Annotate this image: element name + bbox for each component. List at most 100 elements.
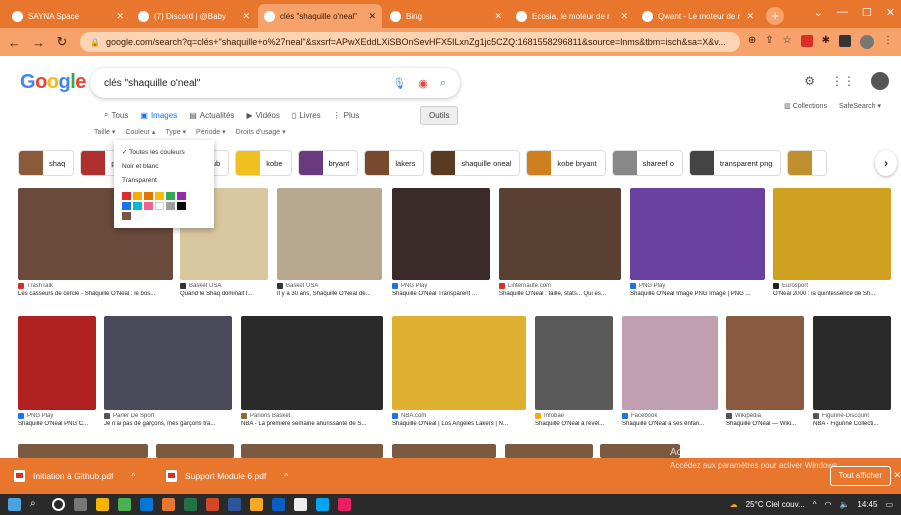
result-image[interactable] xyxy=(241,444,383,458)
result-image[interactable] xyxy=(392,444,496,458)
image-result[interactable] xyxy=(505,444,593,458)
color-swatch[interactable] xyxy=(155,202,164,210)
browser-tab[interactable]: (7) Discord | @Baby ✕ xyxy=(132,4,256,28)
app-icon-4[interactable] xyxy=(250,498,263,511)
related-search-chip[interactable]: shareef o xyxy=(611,150,683,176)
tab-more[interactable]: ⋮ Plus xyxy=(333,111,360,120)
image-result[interactable]: Parions Basket NBA - La première semaine… xyxy=(241,316,383,427)
puzzle-icon[interactable]: ✱ xyxy=(822,35,830,49)
new-tab-button[interactable]: + xyxy=(766,7,784,25)
tab-all[interactable]: ⌕ Tous xyxy=(104,110,128,120)
minimize-icon[interactable]: — xyxy=(837,6,848,19)
filter-rights[interactable]: Droits d'usage ▾ xyxy=(236,128,286,136)
related-search-chip[interactable]: bryant xyxy=(297,150,359,176)
result-caption[interactable]: Shaquille O'Neal Image PNG Image | PNG .… xyxy=(630,291,765,297)
tab-close-icon[interactable]: ✕ xyxy=(494,11,502,22)
show-all-downloads-button[interactable]: Tout afficher xyxy=(829,466,891,486)
menu-dots-icon[interactable]: ⋮ xyxy=(883,35,893,49)
result-source[interactable]: Infobae xyxy=(535,413,613,419)
safesearch-link[interactable]: SafeSearch ▾ xyxy=(839,102,881,110)
related-search-chip[interactable]: kobe bryant xyxy=(526,150,606,176)
related-search-chip[interactable]: lakers xyxy=(364,150,425,176)
browser-tab[interactable]: Ecosia, le moteur de r ✕ xyxy=(510,4,634,28)
tab-close-icon[interactable]: ✕ xyxy=(746,11,754,22)
result-source[interactable]: Eurosport xyxy=(773,283,891,289)
result-caption[interactable]: Shaquille O'Neal Transparent ... xyxy=(392,291,490,297)
result-caption[interactable]: Shaquille O'Neal — Wiki... xyxy=(726,421,804,427)
close-icon[interactable]: ✕ xyxy=(886,6,895,19)
result-image[interactable] xyxy=(392,316,526,410)
chrome-icon[interactable] xyxy=(162,498,175,511)
cortana-icon[interactable] xyxy=(52,498,65,511)
search-input[interactable]: clés "shaquille o'neal" xyxy=(104,78,392,89)
forward-icon[interactable]: → xyxy=(32,35,45,50)
app-icon-6[interactable] xyxy=(294,498,307,511)
result-caption[interactable]: Shaquille O'Neal a ses enfan... xyxy=(622,421,718,427)
result-image[interactable] xyxy=(630,188,765,280)
image-result[interactable]: Basket USA Il y a 30 ans, Shaquille O'Ne… xyxy=(277,188,382,297)
result-caption[interactable]: Shaquille O'Neal PNG C... xyxy=(18,421,96,427)
back-icon[interactable]: ← xyxy=(8,35,21,50)
lock-icon[interactable]: 🔒 xyxy=(90,38,100,47)
task-view-icon[interactable] xyxy=(74,498,87,511)
color-swatch[interactable] xyxy=(144,202,153,210)
result-caption[interactable]: Shaquille O'Neal | Los Angeles Lakers | … xyxy=(392,421,526,427)
color-swatch[interactable] xyxy=(133,202,142,210)
clock-time[interactable]: 14:45 xyxy=(857,500,877,509)
browser-tab[interactable]: SAYNA Space ✕ xyxy=(6,4,130,28)
image-result[interactable]: Wikipédia Shaquille O'Neal — Wiki... xyxy=(726,316,804,427)
color-filter-option[interactable]: Transparent xyxy=(122,174,206,188)
app-icon-1[interactable] xyxy=(96,498,109,511)
image-result[interactable]: Facebook Shaquille O'Neal a ses enfan... xyxy=(622,316,718,427)
image-result[interactable]: Eurosport O'Neal 2000 : la quintessence … xyxy=(773,188,891,297)
chevron-up-icon[interactable]: ^ xyxy=(131,472,135,481)
result-source[interactable]: PNG Play xyxy=(392,283,490,289)
result-image[interactable] xyxy=(499,188,621,280)
image-result[interactable]: Parler De Sport Je n'ai pas de garçons, … xyxy=(104,316,232,427)
result-source[interactable]: Wikipédia xyxy=(726,413,804,419)
notification-icon[interactable]: ▭ xyxy=(885,500,893,509)
chevron-down-icon[interactable]: ⌄ xyxy=(814,6,823,19)
result-image[interactable] xyxy=(505,444,593,458)
image-result[interactable]: PNG Play Shaquille O'Neal PNG C... xyxy=(18,316,96,427)
volume-icon[interactable]: 🔈 xyxy=(839,500,849,509)
color-swatch[interactable] xyxy=(155,192,164,200)
related-search-chip[interactable] xyxy=(787,150,828,176)
search-taskbar-icon[interactable]: ⌕ xyxy=(30,498,43,511)
tab-close-icon[interactable]: ✕ xyxy=(368,11,376,22)
result-caption[interactable]: NBA - Figurine Collecti... xyxy=(813,421,891,427)
color-swatch[interactable] xyxy=(122,202,131,210)
result-image[interactable] xyxy=(241,316,383,410)
image-result[interactable] xyxy=(156,444,234,458)
microphone-icon[interactable]: 🎙 xyxy=(392,77,406,90)
app-icon-2[interactable] xyxy=(118,498,131,511)
color-swatch[interactable] xyxy=(122,212,131,220)
profile-avatar[interactable] xyxy=(860,35,874,49)
result-image[interactable] xyxy=(277,188,382,280)
excel-icon[interactable] xyxy=(184,498,197,511)
result-image[interactable] xyxy=(726,316,804,410)
settings-gear-icon[interactable]: ⚙ xyxy=(804,74,815,88)
bookmark-star-icon[interactable]: ☆ xyxy=(783,35,792,49)
result-source[interactable]: PNG Play xyxy=(18,413,96,419)
result-source[interactable]: Basket USA xyxy=(180,283,268,289)
windows-start-icon[interactable] xyxy=(8,498,21,511)
result-image[interactable] xyxy=(18,444,148,458)
lens-icon[interactable]: ◉ xyxy=(418,77,428,90)
color-swatch[interactable] xyxy=(166,192,175,200)
image-result[interactable]: Infobae Shaquille O'Neal a révél... xyxy=(535,316,613,427)
weather-text[interactable]: 25°C Ciel couv... xyxy=(746,500,805,509)
image-result[interactable] xyxy=(600,444,680,458)
result-image[interactable] xyxy=(773,188,891,280)
powerpoint-icon[interactable] xyxy=(206,498,219,511)
image-result[interactable] xyxy=(392,444,496,458)
image-result[interactable]: Linternaute.com Shaquille O'Neal : taill… xyxy=(499,188,621,297)
browser-tab[interactable]: clés "shaquille o'neal" ✕ xyxy=(258,4,382,28)
filter-color[interactable]: Couleur ▴ xyxy=(125,128,155,136)
result-image[interactable] xyxy=(813,316,891,410)
share-icon[interactable]: ⇪ xyxy=(765,35,773,49)
browser-tab[interactable]: Qwant - Le moteur de r ✕ xyxy=(636,4,760,28)
filter-type[interactable]: Type ▾ xyxy=(165,128,186,136)
result-source[interactable]: Figurine-Discount xyxy=(813,413,891,419)
result-image[interactable] xyxy=(622,316,718,410)
